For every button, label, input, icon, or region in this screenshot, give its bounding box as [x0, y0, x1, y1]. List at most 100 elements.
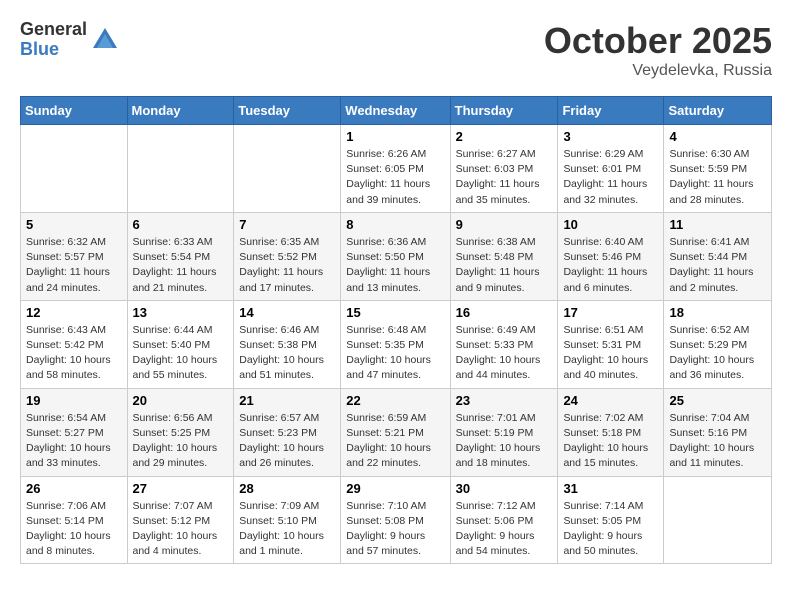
- day-info: Sunrise: 6:32 AM Sunset: 5:57 PM Dayligh…: [26, 235, 122, 296]
- day-number: 9: [456, 217, 553, 232]
- calendar-cell: 28Sunrise: 7:09 AM Sunset: 5:10 PM Dayli…: [234, 476, 341, 564]
- calendar-header: SundayMondayTuesdayWednesdayThursdayFrid…: [21, 97, 772, 125]
- day-number: 23: [456, 393, 553, 408]
- day-number: 24: [563, 393, 658, 408]
- calendar-cell: 7Sunrise: 6:35 AM Sunset: 5:52 PM Daylig…: [234, 212, 341, 300]
- day-number: 17: [563, 305, 658, 320]
- day-number: 3: [563, 129, 658, 144]
- day-info: Sunrise: 6:46 AM Sunset: 5:38 PM Dayligh…: [239, 323, 335, 384]
- calendar-cell: 5 Sunrise: 6:32 AM Sunset: 5:57 PM Daylig…: [21, 212, 128, 300]
- day-number: 19: [26, 393, 122, 408]
- weekday-header-wednesday: Wednesday: [341, 97, 450, 125]
- day-number: 13: [133, 305, 229, 320]
- day-info: Sunrise: 7:04 AM Sunset: 5:16 PM Dayligh…: [669, 411, 766, 472]
- calendar-cell: 21 Sunrise: 6:57 AM Sunset: 5:23 PM Dayli…: [234, 388, 341, 476]
- weekday-header-sunday: Sunday: [21, 97, 128, 125]
- weekday-header-monday: Monday: [127, 97, 234, 125]
- day-info: Sunrise: 6:56 AM Sunset: 5:25 PM Dayligh…: [133, 411, 229, 472]
- day-info: Sunrise: 7:06 AM Sunset: 5:14 PM Dayligh…: [26, 499, 122, 560]
- day-info: Sunrise: 6:36 AM Sunset: 5:50 PM Dayligh…: [346, 235, 444, 296]
- day-number: 7: [239, 217, 335, 232]
- calendar-cell: 18 Sunrise: 6:52 AM Sunset: 5:29 PM Dayli…: [664, 300, 772, 388]
- calendar-cell: 12 Sunrise: 6:43 AM Sunset: 5:42 PM Dayli…: [21, 300, 128, 388]
- calendar-cell: 15 Sunrise: 6:48 AM Sunset: 5:35 PM Dayli…: [341, 300, 450, 388]
- day-info: Sunrise: 7:10 AM Sunset: 5:08 PM Dayligh…: [346, 499, 444, 560]
- calendar-cell: 14 Sunrise: 6:46 AM Sunset: 5:38 PM Dayli…: [234, 300, 341, 388]
- day-info: Sunrise: 6:59 AM Sunset: 5:21 PM Dayligh…: [346, 411, 444, 472]
- day-info: Sunrise: 6:54 AM Sunset: 5:27 PM Dayligh…: [26, 411, 122, 472]
- day-info: Sunrise: 7:09 AM Sunset: 5:10 PM Dayligh…: [239, 499, 335, 560]
- day-info: Sunrise: 6:57 AM Sunset: 5:23 PM Dayligh…: [239, 411, 335, 472]
- day-number: 8: [346, 217, 444, 232]
- weekday-header-row: SundayMondayTuesdayWednesdayThursdayFrid…: [21, 97, 772, 125]
- day-number: 22: [346, 393, 444, 408]
- calendar-cell: 19 Sunrise: 6:54 AM Sunset: 5:27 PM Dayli…: [21, 388, 128, 476]
- day-info: Sunrise: 6:48 AM Sunset: 5:35 PM Dayligh…: [346, 323, 444, 384]
- day-number: 11: [669, 217, 766, 232]
- calendar-cell: 20 Sunrise: 6:56 AM Sunset: 5:25 PM Dayli…: [127, 388, 234, 476]
- logo-general-text: General: [20, 20, 87, 40]
- day-number: 18: [669, 305, 766, 320]
- day-info: Sunrise: 6:27 AM Sunset: 6:03 PM Dayligh…: [456, 147, 553, 208]
- day-info: Sunrise: 6:51 AM Sunset: 5:31 PM Dayligh…: [563, 323, 658, 384]
- logo-blue-text: Blue: [20, 40, 87, 60]
- day-number: 29: [346, 481, 444, 496]
- calendar-cell: 23 Sunrise: 7:01 AM Sunset: 5:19 PM Dayli…: [450, 388, 558, 476]
- day-number: 4: [669, 129, 766, 144]
- calendar-cell: 27Sunrise: 7:07 AM Sunset: 5:12 PM Dayli…: [127, 476, 234, 564]
- day-info: Sunrise: 7:07 AM Sunset: 5:12 PM Dayligh…: [133, 499, 229, 560]
- calendar-cell: [234, 125, 341, 213]
- calendar-body: 1 Sunrise: 6:26 AM Sunset: 6:05 PM Daylig…: [21, 125, 772, 564]
- day-number: 2: [456, 129, 553, 144]
- month-title: October 2025: [544, 20, 772, 62]
- day-info: Sunrise: 6:33 AM Sunset: 5:54 PM Dayligh…: [133, 235, 229, 296]
- week-row-3: 12 Sunrise: 6:43 AM Sunset: 5:42 PM Dayli…: [21, 300, 772, 388]
- day-info: Sunrise: 7:01 AM Sunset: 5:19 PM Dayligh…: [456, 411, 553, 472]
- calendar-cell: 31Sunrise: 7:14 AM Sunset: 5:05 PM Dayli…: [558, 476, 664, 564]
- calendar-cell: [21, 125, 128, 213]
- day-info: Sunrise: 6:43 AM Sunset: 5:42 PM Dayligh…: [26, 323, 122, 384]
- day-info: Sunrise: 6:52 AM Sunset: 5:29 PM Dayligh…: [669, 323, 766, 384]
- calendar-cell: 4Sunrise: 6:30 AM Sunset: 5:59 PM Daylig…: [664, 125, 772, 213]
- calendar-cell: 10Sunrise: 6:40 AM Sunset: 5:46 PM Dayli…: [558, 212, 664, 300]
- weekday-header-friday: Friday: [558, 97, 664, 125]
- day-info: Sunrise: 7:14 AM Sunset: 5:05 PM Dayligh…: [563, 499, 658, 560]
- day-info: Sunrise: 7:02 AM Sunset: 5:18 PM Dayligh…: [563, 411, 658, 472]
- day-number: 20: [133, 393, 229, 408]
- day-info: Sunrise: 6:41 AM Sunset: 5:44 PM Dayligh…: [669, 235, 766, 296]
- week-row-2: 5 Sunrise: 6:32 AM Sunset: 5:57 PM Daylig…: [21, 212, 772, 300]
- day-number: 30: [456, 481, 553, 496]
- day-number: 10: [563, 217, 658, 232]
- day-number: 14: [239, 305, 335, 320]
- calendar-cell: [127, 125, 234, 213]
- calendar-cell: 9Sunrise: 6:38 AM Sunset: 5:48 PM Daylig…: [450, 212, 558, 300]
- calendar-cell: 2 Sunrise: 6:27 AM Sunset: 6:03 PM Daylig…: [450, 125, 558, 213]
- calendar-cell: 26 Sunrise: 7:06 AM Sunset: 5:14 PM Dayli…: [21, 476, 128, 564]
- day-info: Sunrise: 6:29 AM Sunset: 6:01 PM Dayligh…: [563, 147, 658, 208]
- week-row-1: 1 Sunrise: 6:26 AM Sunset: 6:05 PM Daylig…: [21, 125, 772, 213]
- day-number: 12: [26, 305, 122, 320]
- day-info: Sunrise: 6:49 AM Sunset: 5:33 PM Dayligh…: [456, 323, 553, 384]
- calendar-cell: 24 Sunrise: 7:02 AM Sunset: 5:18 PM Dayli…: [558, 388, 664, 476]
- calendar-cell: 13Sunrise: 6:44 AM Sunset: 5:40 PM Dayli…: [127, 300, 234, 388]
- day-info: Sunrise: 7:12 AM Sunset: 5:06 PM Dayligh…: [456, 499, 553, 560]
- day-info: Sunrise: 6:26 AM Sunset: 6:05 PM Dayligh…: [346, 147, 444, 208]
- week-row-5: 26 Sunrise: 7:06 AM Sunset: 5:14 PM Dayli…: [21, 476, 772, 564]
- day-number: 26: [26, 481, 122, 496]
- calendar-cell: 8 Sunrise: 6:36 AM Sunset: 5:50 PM Daylig…: [341, 212, 450, 300]
- day-number: 6: [133, 217, 229, 232]
- week-row-4: 19 Sunrise: 6:54 AM Sunset: 5:27 PM Dayli…: [21, 388, 772, 476]
- location: Veydelevka, Russia: [544, 62, 772, 80]
- calendar-cell: 3 Sunrise: 6:29 AM Sunset: 6:01 PM Daylig…: [558, 125, 664, 213]
- weekday-header-tuesday: Tuesday: [234, 97, 341, 125]
- page-header: General Blue October 2025 Veydelevka, Ru…: [20, 20, 772, 80]
- weekday-header-saturday: Saturday: [664, 97, 772, 125]
- day-number: 1: [346, 129, 444, 144]
- day-number: 21: [239, 393, 335, 408]
- calendar-cell: 30 Sunrise: 7:12 AM Sunset: 5:06 PM Dayli…: [450, 476, 558, 564]
- day-number: 15: [346, 305, 444, 320]
- weekday-header-thursday: Thursday: [450, 97, 558, 125]
- day-number: 5: [26, 217, 122, 232]
- logo-icon: [91, 26, 119, 54]
- calendar-cell: 22 Sunrise: 6:59 AM Sunset: 5:21 PM Dayli…: [341, 388, 450, 476]
